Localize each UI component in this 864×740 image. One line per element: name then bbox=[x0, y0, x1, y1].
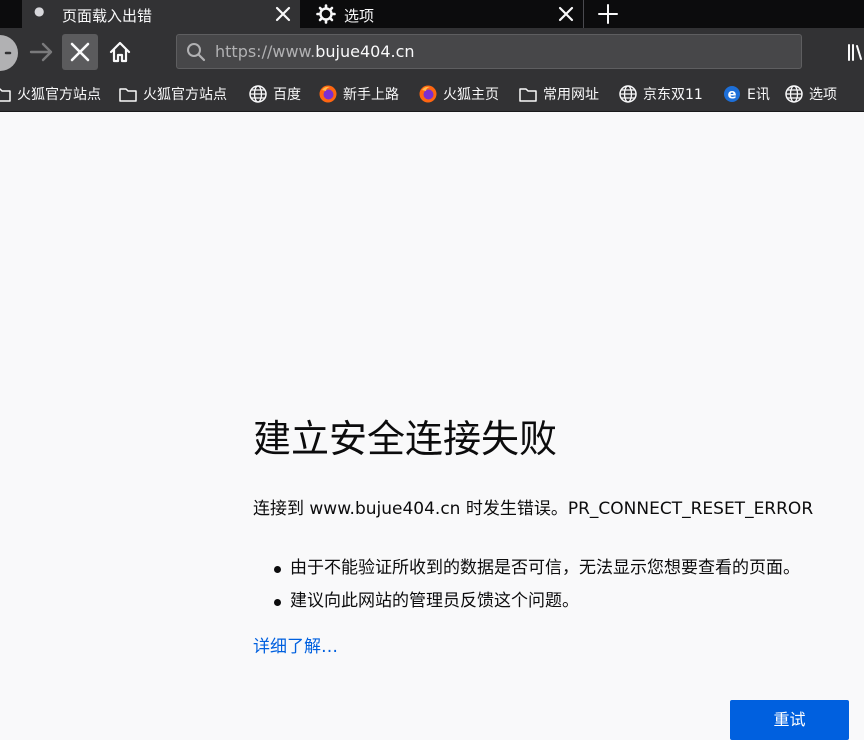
folder-icon bbox=[119, 88, 137, 102]
new-tab-plus-icon[interactable] bbox=[594, 0, 622, 28]
tab-label: 页面载入出错 bbox=[62, 7, 153, 25]
close-icon[interactable] bbox=[272, 3, 294, 25]
svg-text:e: e bbox=[728, 88, 737, 103]
bookmark-label: 选项 bbox=[809, 87, 837, 103]
bullet-icon bbox=[274, 566, 281, 573]
firefox-icon bbox=[419, 85, 437, 103]
stop-button[interactable] bbox=[62, 34, 98, 70]
home-icon bbox=[109, 41, 131, 63]
bookmarks-toolbar: 火狐官方站点 火狐官方站点 百度 新手上路 火狐主页 常用网址 京东双11 e … bbox=[0, 76, 864, 112]
bookmark-item[interactable]: 新手上路 bbox=[318, 84, 399, 104]
url-host: bujue404.cn bbox=[315, 42, 415, 61]
forward-arrow-icon bbox=[29, 42, 53, 62]
bookmark-label: 火狐主页 bbox=[443, 87, 499, 103]
tab-options[interactable]: 选项 bbox=[302, 0, 584, 28]
error-description: 连接到 www.bujue404.cn 时发生错误。PR_CONNECT_RES… bbox=[253, 499, 814, 519]
home-button[interactable] bbox=[102, 34, 138, 70]
folder-icon bbox=[0, 88, 11, 102]
bookmark-label: 火狐官方站点 bbox=[143, 87, 227, 103]
globe-icon bbox=[785, 85, 803, 103]
error-reasons-list: 由于不能验证所收到的数据是否可信，无法显示您想要查看的页面。 建议向此网站的管理… bbox=[270, 556, 800, 622]
reason-text: 由于不能验证所收到的数据是否可信，无法显示您想要查看的页面。 bbox=[290, 558, 800, 578]
bookmark-label: 百度 bbox=[273, 87, 301, 103]
bookmark-label: 常用网址 bbox=[543, 87, 599, 103]
bookmark-item[interactable]: 选项 bbox=[784, 84, 837, 104]
globe-icon bbox=[619, 85, 637, 103]
tab-label: 选项 bbox=[344, 7, 375, 25]
firefox-icon bbox=[319, 85, 337, 103]
bookmark-item[interactable]: e E讯 bbox=[722, 84, 770, 104]
learn-more-link[interactable]: 详细了解… bbox=[253, 632, 338, 657]
back-button[interactable] bbox=[0, 35, 18, 71]
bookmark-label: E讯 bbox=[747, 87, 770, 103]
list-item: 建议向此网站的管理员反馈这个问题。 bbox=[270, 589, 800, 622]
bookmark-item[interactable]: 百度 bbox=[248, 84, 301, 104]
url-prefix: https://www. bbox=[215, 42, 316, 61]
forward-button[interactable] bbox=[24, 34, 60, 70]
bookmark-item[interactable]: 火狐官方站点 bbox=[118, 84, 227, 104]
url-bar[interactable]: https://www.bujue404.cn bbox=[176, 34, 802, 69]
close-icon[interactable] bbox=[555, 3, 577, 25]
bookmark-label: 火狐官方站点 bbox=[17, 87, 101, 103]
error-title: 建立安全连接失败 bbox=[253, 417, 558, 461]
gear-icon bbox=[316, 4, 336, 24]
globe-icon bbox=[249, 85, 267, 103]
back-arrow-icon bbox=[4, 51, 12, 55]
bookmark-item[interactable]: 常用网址 bbox=[518, 84, 599, 104]
bookmark-item[interactable]: 京东双11 bbox=[618, 84, 703, 104]
stop-x-icon bbox=[70, 42, 90, 62]
folder-icon bbox=[519, 88, 537, 102]
library-icon[interactable] bbox=[846, 42, 864, 62]
reason-text: 建议向此网站的管理员反馈这个问题。 bbox=[290, 591, 579, 611]
bookmark-label: 京东双11 bbox=[643, 87, 703, 103]
bookmark-item[interactable]: 火狐官方站点 bbox=[0, 84, 101, 104]
bullet-icon bbox=[274, 599, 281, 606]
tab-loading-dot-icon: ● bbox=[34, 4, 45, 18]
retry-button[interactable]: 重试 bbox=[730, 700, 849, 740]
list-item: 由于不能验证所收到的数据是否可信，无法显示您想要查看的页面。 bbox=[270, 556, 800, 589]
bookmark-item[interactable]: 火狐主页 bbox=[418, 84, 499, 104]
e-icon: e bbox=[724, 86, 740, 103]
tab-strip: ● 页面载入出错 选项 bbox=[0, 0, 864, 28]
navigation-toolbar: https://www.bujue404.cn bbox=[0, 28, 864, 76]
search-icon bbox=[187, 43, 206, 62]
tab-page-load-error[interactable]: ● 页面载入出错 bbox=[22, 0, 300, 28]
bookmark-label: 新手上路 bbox=[343, 87, 399, 103]
url-text: https://www.bujue404.cn bbox=[215, 42, 415, 61]
